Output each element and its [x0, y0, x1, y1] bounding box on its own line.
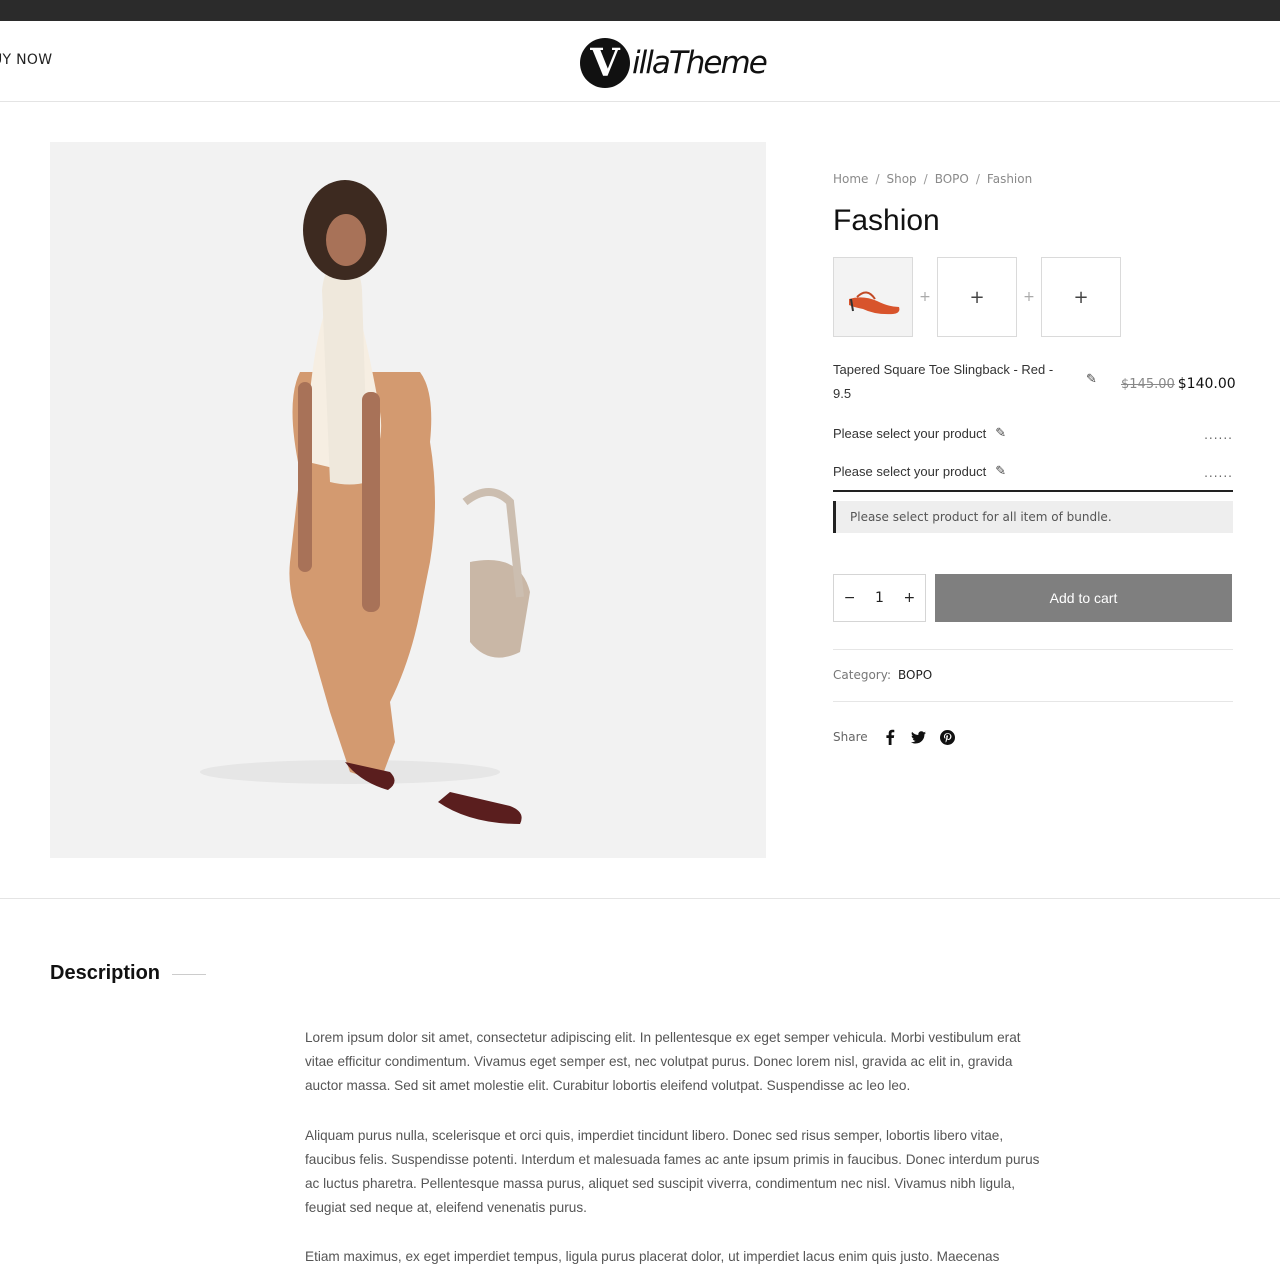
description-paragraph: Lorem ipsum dolor sit amet, consectetur … [305, 1030, 1021, 1094]
qty-plus-button[interactable]: + [903, 590, 915, 606]
bundle-item-2[interactable]: Please select your product ✎ ...... [833, 422, 1233, 446]
breadcrumb-current: Fashion [986, 172, 1033, 186]
price-new: $140.00 [1177, 376, 1236, 392]
pencil-icon[interactable]: ✎ [1086, 372, 1097, 387]
share-row: Share [833, 728, 957, 746]
breadcrumb: Home / Shop / BOPO / Fashion [833, 172, 1032, 186]
bundle-notice: Please select product for all item of bu… [833, 501, 1233, 533]
price-old: $145.00 [1121, 377, 1175, 392]
breadcrumb-bopo[interactable]: BOPO [935, 172, 969, 186]
breadcrumb-separator: / [975, 172, 980, 186]
bundle-item-1-name: Tapered Square Toe Slingback - Red - 9.5 [833, 362, 1054, 401]
heading-underline [172, 974, 206, 975]
site-logo[interactable]: V illaTheme [580, 36, 768, 90]
category-label: Category: [833, 668, 891, 682]
divider [833, 701, 1233, 702]
logo-mark: V [580, 38, 630, 88]
section-divider [0, 898, 1280, 899]
divider [833, 649, 1233, 650]
placeholder-dots: ...... [1204, 466, 1233, 480]
add-to-cart-button[interactable]: Add to cart [935, 574, 1232, 622]
breadcrumb-separator: / [875, 172, 880, 186]
share-label: Share [833, 730, 868, 744]
breadcrumb-home[interactable]: Home [833, 172, 868, 186]
add-icon: + [1073, 286, 1089, 308]
top-bar [0, 0, 1280, 21]
product-category: Category: BOPO [833, 668, 932, 682]
description-heading[interactable]: Description [50, 962, 160, 985]
bundle-item-2-label: Please select your product [833, 426, 987, 441]
twitter-icon[interactable] [910, 728, 928, 746]
site-header: UY NOW V illaTheme [0, 21, 1280, 102]
description-paragraph: Aliquam purus nulla, scelerisque et orci… [305, 1127, 1040, 1216]
bundle-slot-1[interactable] [833, 257, 913, 337]
category-link[interactable]: BOPO [898, 668, 932, 682]
qty-value[interactable]: 1 [875, 590, 884, 606]
bundle-slot-3[interactable]: + [1041, 257, 1121, 337]
quantity-stepper: − 1 + [833, 574, 926, 622]
pencil-icon[interactable]: ✎ [995, 422, 1006, 446]
breadcrumb-separator: / [923, 172, 928, 186]
plus-separator: + [919, 289, 931, 305]
plus-separator: + [1023, 289, 1035, 305]
product-image[interactable] [50, 142, 766, 858]
add-icon: + [969, 286, 985, 308]
bundle-item-1-price: $145.00 $140.00 [1121, 373, 1236, 392]
pinterest-icon[interactable] [939, 728, 957, 746]
pencil-icon[interactable]: ✎ [995, 460, 1006, 490]
buy-now-link[interactable]: UY NOW [0, 52, 52, 68]
bundle-items: + + + + [833, 257, 1121, 337]
bundle-item-3-label: Please select your product [833, 464, 987, 479]
product-title: Fashion [833, 204, 940, 237]
description-body: Lorem ipsum dolor sit amet, consectetur … [305, 1026, 1045, 1280]
bundle-item-1: Tapered Square Toe Slingback - Red - 9.5… [833, 358, 1236, 406]
bundle-item-3[interactable]: Please select your product ✎ ...... [833, 460, 1233, 492]
facebook-icon[interactable] [881, 728, 899, 746]
model-photo [200, 180, 530, 824]
placeholder-dots: ...... [1204, 428, 1233, 442]
shoe-thumbnail [849, 291, 900, 315]
description-paragraph: Etiam maximus, ex eget imperdiet tempus,… [305, 1249, 1000, 1265]
bundle-slot-2[interactable]: + [937, 257, 1017, 337]
qty-minus-button[interactable]: − [844, 590, 856, 606]
logo-text: illaTheme [632, 45, 768, 81]
breadcrumb-shop[interactable]: Shop [886, 172, 916, 186]
